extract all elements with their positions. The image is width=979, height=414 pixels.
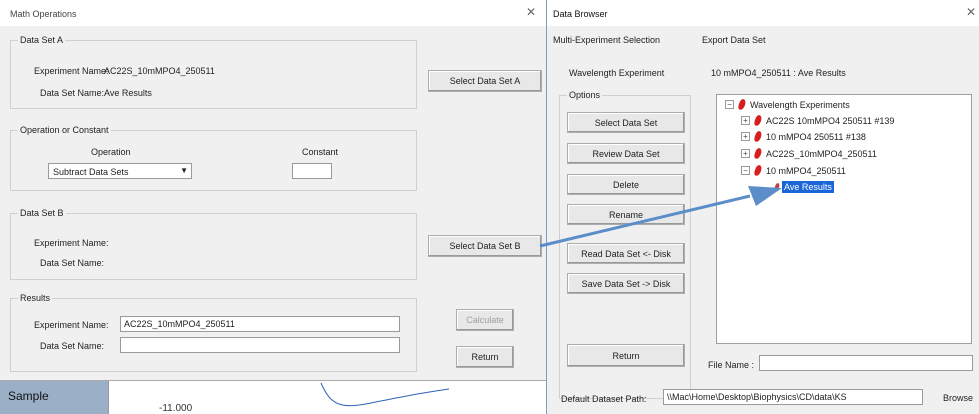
data-browser-window: Data Browser ✕ Multi-Experiment Selectio… xyxy=(546,0,979,414)
pepper-icon xyxy=(753,164,763,177)
data-set-a-experiment-value: AC22S_10mMPO4_250511 xyxy=(104,66,215,76)
tree-item[interactable]: − 10 mMPO4_250511 xyxy=(741,164,846,177)
data-set-b-dataset-label: Data Set Name: xyxy=(40,258,105,268)
tree-root-label: Wavelength Experiments xyxy=(750,99,850,110)
select-data-set-a-button[interactable]: Select Data Set A xyxy=(428,70,542,92)
expand-icon[interactable]: + xyxy=(741,132,750,141)
results-experiment-label: Experiment Name: xyxy=(34,320,109,330)
sample-label: Sample xyxy=(8,389,49,403)
browser-close-icon[interactable]: ✕ xyxy=(966,5,976,19)
operation-label: Operation xyxy=(91,147,131,157)
operation-select-value: Subtract Data Sets xyxy=(53,167,129,177)
review-data-set-button[interactable]: Review Data Set xyxy=(567,143,685,164)
delete-button[interactable]: Delete xyxy=(567,174,685,195)
select-data-set-button[interactable]: Select Data Set xyxy=(567,112,685,133)
tree-item-label: AC22S_10mMPO4_250511 xyxy=(766,148,877,159)
math-window-title: Math Operations xyxy=(10,9,77,19)
wavelength-experiment-value: 10 mMPO4_250511 : Ave Results xyxy=(711,68,846,78)
collapse-icon[interactable]: − xyxy=(725,100,734,109)
plot-trace xyxy=(320,382,450,407)
math-return-button[interactable]: Return xyxy=(456,346,514,368)
background-plot-strip: Sample -11.000 xyxy=(0,380,546,414)
results-group: Results xyxy=(10,293,417,372)
browser-title-bar: Data Browser ✕ xyxy=(547,0,979,26)
experiment-tree[interactable]: − Wavelength Experiments + AC22S 10mMPO4… xyxy=(716,94,972,344)
data-set-b-experiment-label: Experiment Name: xyxy=(34,238,109,248)
operation-select[interactable]: Subtract Data Sets ▼ xyxy=(48,163,192,179)
select-data-set-b-button[interactable]: Select Data Set B xyxy=(428,235,542,257)
expand-icon[interactable]: + xyxy=(741,116,750,125)
browser-return-button[interactable]: Return xyxy=(567,344,685,367)
results-dataset-input[interactable] xyxy=(120,337,400,353)
file-name-label: File Name : xyxy=(708,360,755,370)
default-path-input[interactable]: \\Mac\Home\Desktop\Biophysics\CD\data\KS xyxy=(663,389,923,405)
read-data-set-button[interactable]: Read Data Set <- Disk xyxy=(567,243,685,264)
rename-button[interactable]: Rename xyxy=(567,204,685,225)
data-set-a-dataset-value: Ave Results xyxy=(104,88,152,98)
pepper-icon xyxy=(773,182,781,192)
collapse-icon[interactable]: − xyxy=(741,166,750,175)
operation-group: Operation or Constant xyxy=(10,125,417,191)
pepper-icon xyxy=(753,130,763,143)
data-set-a-dataset-label: Data Set Name: xyxy=(40,88,105,98)
save-data-set-button[interactable]: Save Data Set -> Disk xyxy=(567,273,685,294)
math-title-bar: Math Operations ✕ xyxy=(0,0,546,26)
calculate-button[interactable]: Calculate xyxy=(456,309,514,331)
tree-item[interactable]: + AC22S_10mMPO4_250511 xyxy=(741,147,877,160)
tree-item-label: 10 mMPO4_250511 xyxy=(766,165,846,176)
sample-header: Sample xyxy=(0,381,108,414)
menu-multi-experiment-selection[interactable]: Multi-Experiment Selection xyxy=(553,35,660,45)
pepper-icon xyxy=(753,114,763,127)
tree-item-label: 10 mMPO4 250511 #138 xyxy=(766,131,866,142)
dropdown-arrow-icon[interactable]: ▼ xyxy=(180,166,188,175)
data-set-a-legend: Data Set A xyxy=(18,35,66,45)
tree-item[interactable]: + AC22S 10mMPO4 250511 #139 xyxy=(741,114,895,127)
file-name-input[interactable] xyxy=(759,355,973,371)
results-experiment-input[interactable]: AC22S_10mMPO4_250511 xyxy=(120,316,400,332)
plot-area: -11.000 xyxy=(108,381,546,414)
data-set-a-experiment-label: Experiment Name: xyxy=(34,66,109,76)
data-set-b-legend: Data Set B xyxy=(18,208,66,218)
operation-legend: Operation or Constant xyxy=(18,125,111,135)
tree-item[interactable]: + 10 mMPO4 250511 #138 xyxy=(741,130,866,143)
default-path-label: Default Dataset Path: xyxy=(561,394,647,404)
constant-input[interactable] xyxy=(292,163,332,179)
results-dataset-label: Data Set Name: xyxy=(40,341,105,351)
expand-icon[interactable]: + xyxy=(741,149,750,158)
tree-selected-item[interactable]: Ave Results xyxy=(773,181,834,193)
results-legend: Results xyxy=(18,293,53,303)
pepper-icon xyxy=(737,98,747,111)
browse-link[interactable]: Browse xyxy=(943,393,973,403)
pepper-icon xyxy=(753,147,763,160)
wavelength-experiment-label: Wavelength Experiment xyxy=(569,68,665,78)
tree-selected-label: Ave Results xyxy=(782,181,834,193)
menu-export-data-set[interactable]: Export Data Set xyxy=(702,35,766,45)
browser-window-title: Data Browser xyxy=(553,9,608,19)
tree-item-label: AC22S 10mMPO4 250511 #139 xyxy=(766,115,895,126)
math-operations-window: Math Operations ✕ Data Set A Experiment … xyxy=(0,0,546,414)
tree-root[interactable]: − Wavelength Experiments xyxy=(725,98,850,111)
math-close-icon[interactable]: ✕ xyxy=(526,5,536,19)
options-legend: Options xyxy=(567,90,603,100)
constant-label: Constant xyxy=(302,147,339,157)
